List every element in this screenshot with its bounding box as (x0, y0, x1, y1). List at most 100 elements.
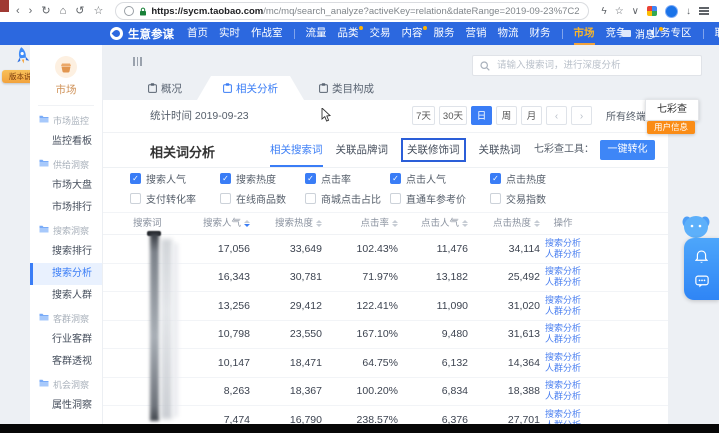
nav-item-1-6[interactable]: 物流 (498, 22, 519, 45)
subtab-3[interactable]: 关联热词 (479, 133, 521, 167)
date-button-4[interactable]: 月 (521, 106, 542, 125)
search-input[interactable] (495, 59, 694, 72)
sidebar-item-1-1[interactable]: 市场排行 (30, 197, 102, 219)
subtab-2[interactable]: 关联修饰词 (401, 138, 466, 162)
drag-handle-icon[interactable] (133, 57, 142, 66)
extension-flash-icon[interactable]: ϟ (601, 6, 606, 17)
nav-divider (562, 29, 563, 39)
chevron-down-icon[interactable]: ∨ (632, 6, 639, 17)
nav-badge-dot (359, 26, 363, 30)
metric-checkbox-9[interactable]: 交易指数 (490, 191, 546, 206)
action-link-1[interactable]: 人群分析 (518, 277, 608, 288)
subtab-1[interactable]: 关联品牌词 (336, 133, 389, 167)
nav-item-0-1[interactable]: 实时 (219, 22, 240, 45)
action-link-0[interactable]: 搜索分析 (518, 266, 608, 277)
action-link-0[interactable]: 搜索分析 (518, 295, 608, 306)
sidebar-item-2-2[interactable]: 搜索人群 (30, 285, 102, 307)
browser-profile-icon[interactable] (665, 5, 678, 18)
mascot-icon[interactable] (681, 211, 711, 239)
sidebar-group-0[interactable]: 市场监控 (30, 109, 102, 131)
nav-item-1-7[interactable]: 财务 (530, 22, 551, 45)
sidebar-item-3-0[interactable]: 行业客群 (30, 329, 102, 351)
date-button-2[interactable]: 日 (471, 106, 492, 125)
one-click-convert-button[interactable]: 一键转化 (600, 140, 655, 160)
tab-2[interactable]: 类目构成 (304, 76, 389, 100)
metric-checkbox-3[interactable]: ✓点击人气 (390, 171, 446, 186)
nav-item-1-0[interactable]: 流量 (306, 22, 327, 45)
nav-item-1-4[interactable]: 服务 (434, 22, 455, 45)
user-info-button[interactable]: 用户信息 (647, 121, 695, 134)
metric-checkbox-7[interactable]: 商城点击占比 (305, 191, 381, 206)
action-link-1[interactable]: 人群分析 (518, 391, 608, 402)
metric-checkbox-6[interactable]: 在线商品数 (220, 191, 286, 206)
sycm-logo-icon[interactable] (110, 27, 123, 40)
tab-1[interactable]: 相关分析 (197, 76, 304, 100)
forward-icon[interactable]: › (29, 6, 33, 17)
back-icon[interactable]: ‹ (16, 6, 20, 17)
action-link-0[interactable]: 搜索分析 (518, 323, 608, 334)
action-link-0[interactable]: 搜索分析 (518, 352, 608, 363)
date-controls: 7天30天日周月‹› 所有终端 (412, 106, 656, 125)
sidebar-item-1-0[interactable]: 市场大盘 (30, 175, 102, 197)
nav-item-2-0[interactable]: 市场 (574, 22, 595, 45)
cell-click-popularity: 9,480 (388, 328, 468, 340)
messages-button[interactable]: 消息 (622, 22, 663, 45)
metric-checkbox-8[interactable]: 直通车参考价 (390, 191, 466, 206)
history-icon[interactable]: ↺ (75, 6, 84, 17)
nav-item-1-1[interactable]: 品类 (338, 22, 359, 45)
sidebar-group-4[interactable]: 机会洞察 (30, 373, 102, 395)
action-link-1[interactable]: 人群分析 (518, 334, 608, 345)
nav-item-4-0[interactable]: 取数 (715, 22, 719, 45)
nav-item-1-2[interactable]: 交易 (370, 22, 391, 45)
metric-checkbox-5[interactable]: 支付转化率 (130, 191, 196, 206)
brand-name[interactable]: 生意参谋 (128, 26, 174, 42)
metric-checkbox-1[interactable]: ✓搜索热度 (220, 171, 276, 186)
action-link-0[interactable]: 搜索分析 (518, 238, 608, 249)
sidebar-item-4-0[interactable]: 属性洞察 (30, 395, 102, 417)
metric-checkbox-2[interactable]: ✓点击率 (305, 171, 351, 186)
next-date-button[interactable]: › (571, 106, 592, 125)
url-scheme: https:// (151, 6, 183, 17)
date-button-1[interactable]: 30天 (439, 106, 467, 125)
metric-checkbox-0[interactable]: ✓搜索人气 (130, 171, 186, 186)
nav-item-0-0[interactable]: 首页 (187, 22, 208, 45)
sidebar-item-3-1[interactable]: 客群透视 (30, 351, 102, 373)
sidebar-item-2-0[interactable]: 搜索排行 (30, 241, 102, 263)
sidebar-group-1[interactable]: 供给洞察 (30, 153, 102, 175)
nav-item-0-2[interactable]: 作战室 (251, 22, 283, 45)
action-link-0[interactable]: 搜索分析 (518, 409, 608, 420)
qicai-popup-button[interactable]: 七彩查 (645, 99, 699, 121)
bell-icon[interactable] (695, 250, 708, 264)
col-search-word: 搜索词 (133, 213, 162, 234)
action-link-0[interactable]: 搜索分析 (518, 380, 608, 391)
reload-icon[interactable]: ↻ (41, 6, 50, 17)
download-icon[interactable]: ↓ (686, 6, 691, 17)
home-icon[interactable]: ⌂ (60, 6, 67, 17)
keyword-search-box[interactable] (472, 55, 702, 76)
date-button-3[interactable]: 周 (496, 106, 517, 125)
metric-label: 直通车参考价 (406, 191, 466, 206)
nav-item-1-5[interactable]: 营销 (466, 22, 487, 45)
chat-icon[interactable] (695, 275, 709, 288)
prev-date-button[interactable]: ‹ (546, 106, 567, 125)
bookmark-star-icon[interactable]: ☆ (93, 6, 103, 17)
action-link-1[interactable]: 人群分析 (518, 363, 608, 374)
date-button-0[interactable]: 7天 (412, 106, 435, 125)
address-bar[interactable]: https://sycm.taobao.com/mc/mq/search_ana… (115, 2, 589, 20)
menu-icon[interactable] (699, 10, 709, 12)
sidebar-item-0-0[interactable]: 监控看板 (30, 131, 102, 153)
nav-item-1-3[interactable]: 内容 (402, 22, 423, 45)
tab-label: 概况 (161, 81, 182, 96)
sidebar-group-2[interactable]: 搜索洞察 (30, 219, 102, 241)
sidebar-group-3[interactable]: 客群洞察 (30, 307, 102, 329)
metric-checkbox-4[interactable]: ✓点击热度 (490, 171, 546, 186)
cell-actions: 搜索分析人群分析 (518, 352, 608, 374)
subtab-0[interactable]: 相关搜索词 (270, 133, 323, 167)
apps-grid-icon[interactable] (647, 6, 657, 16)
action-link-1[interactable]: 人群分析 (518, 306, 608, 317)
tab-0[interactable]: 概况 (133, 76, 197, 100)
favorite-star-icon[interactable]: ☆ (615, 6, 624, 17)
page-info-icon[interactable] (124, 6, 134, 16)
action-link-1[interactable]: 人群分析 (518, 249, 608, 260)
sidebar-item-2-1[interactable]: 搜索分析 (30, 263, 102, 285)
